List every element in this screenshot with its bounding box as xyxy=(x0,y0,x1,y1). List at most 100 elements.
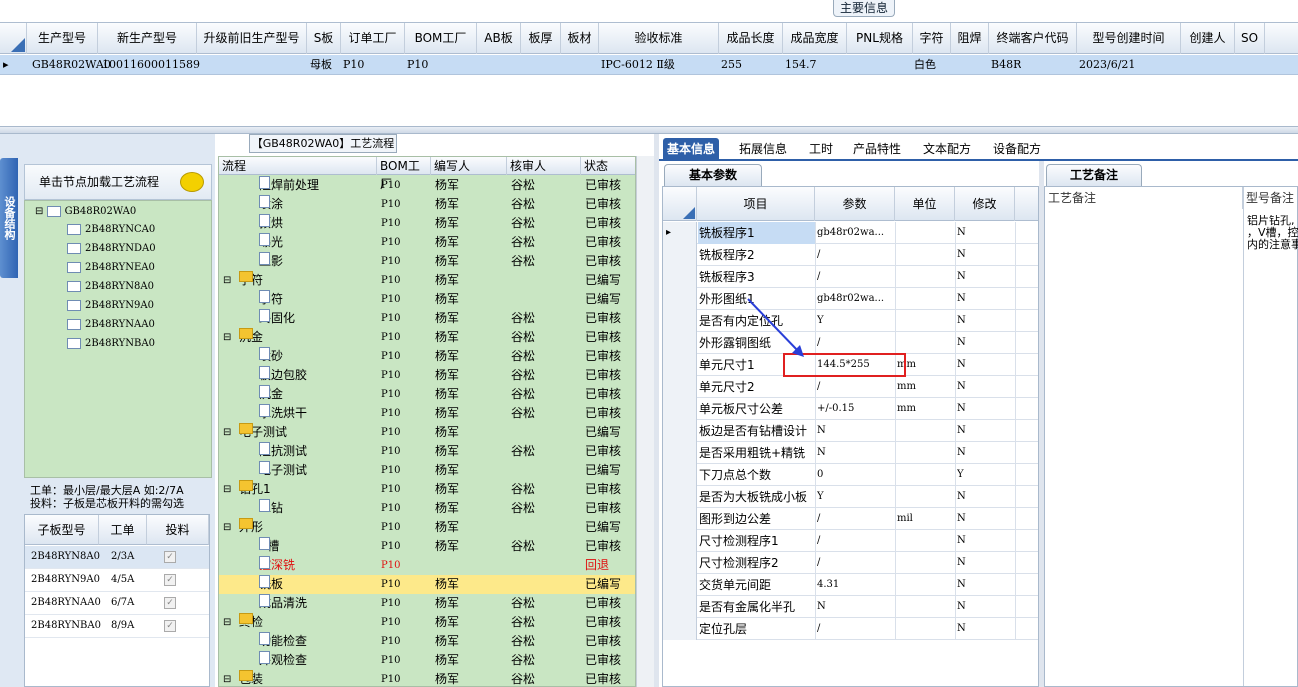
table-row[interactable]: 2B48RYNAA0 6/7A ✓ xyxy=(25,592,209,615)
param-cell-param[interactable]: gb48r02wa... xyxy=(817,222,893,244)
tab-device-recipe[interactable]: 设备配方 xyxy=(989,138,1045,160)
row-indicator[interactable] xyxy=(663,486,697,508)
param-row[interactable]: 图形到边公差 / mil N xyxy=(663,508,1038,530)
param-row[interactable]: 尺寸检测程序2 / N xyxy=(663,552,1038,574)
col-feed[interactable]: 投料 xyxy=(147,515,209,545)
row-indicator[interactable] xyxy=(663,530,697,552)
process-row[interactable]: 水洗烘干 P10 杨军 谷松 已审核 xyxy=(219,404,635,423)
param-cell-param[interactable]: Y xyxy=(817,310,893,332)
tab-extended-info[interactable]: 拓展信息 xyxy=(735,138,791,160)
process-row[interactable]: ⊟终检 P10 杨军 谷松 已审核 xyxy=(219,613,635,632)
row-indicator[interactable] xyxy=(663,442,697,464)
table-row[interactable]: ▸ GB48R02WA0 10011600011589 母板 P10 P10 I… xyxy=(0,55,1298,75)
horizontal-splitter[interactable] xyxy=(0,126,1298,134)
param-cell-param[interactable]: / xyxy=(817,618,893,640)
tree-node[interactable]: 2B48RYNBA0 xyxy=(67,335,155,353)
tree-node[interactable]: 2B48RYN8A0 xyxy=(67,278,154,296)
col-s-board[interactable]: S板 xyxy=(307,23,341,54)
process-row[interactable]: 成品清洗 P10 杨军 谷松 已审核 xyxy=(219,594,635,613)
param-cell-param[interactable]: / xyxy=(817,332,893,354)
process-row[interactable]: 板边包胶 P10 杨军 谷松 已审核 xyxy=(219,366,635,385)
col-created[interactable]: 型号创建时间 xyxy=(1077,23,1181,54)
process-row[interactable]: 铣板 P10 杨军 已编写 xyxy=(219,575,635,594)
param-cell-param[interactable]: / xyxy=(817,376,893,398)
chat-bubble-icon[interactable] xyxy=(180,172,204,192)
tree-node[interactable]: 2B48RYN9A0 xyxy=(67,297,154,315)
param-row[interactable]: 单元板尺寸公差 +/-0.15 mm N xyxy=(663,398,1038,420)
feed-checkbox[interactable]: ✓ xyxy=(164,597,176,609)
row-indicator[interactable] xyxy=(663,508,697,530)
param-row[interactable]: 下刀点总个数 0 Y xyxy=(663,464,1038,486)
collapse-icon[interactable]: ⊟ xyxy=(223,480,231,499)
param-row[interactable]: 铣板程序2 / N xyxy=(663,244,1038,266)
tab-product-features[interactable]: 产品特性 xyxy=(849,138,905,160)
col-bom-factory[interactable]: BOM工厂 xyxy=(405,23,477,54)
param-row[interactable]: 单元尺寸2 / mm N xyxy=(663,376,1038,398)
tab-device-structure[interactable]: 设备结构 xyxy=(0,158,18,278)
row-indicator[interactable] xyxy=(663,310,697,332)
tree-node[interactable]: 2B48RYNAA0 xyxy=(67,316,155,334)
param-cell-param[interactable]: / xyxy=(817,530,893,552)
row-indicator[interactable] xyxy=(663,354,697,376)
process-row[interactable]: 喷砂 P10 杨军 谷松 已审核 xyxy=(219,347,635,366)
col-so[interactable]: SO xyxy=(1235,23,1265,54)
param-cell-param[interactable]: N xyxy=(817,442,893,464)
col-acceptance[interactable]: 验收标准 xyxy=(599,23,719,54)
param-row[interactable]: 板边是否有钻槽设计 N N xyxy=(663,420,1038,442)
table-row[interactable]: 2B48RYN9A0 4/5A ✓ xyxy=(25,569,209,592)
row-indicator[interactable] xyxy=(663,288,697,310)
tree-node[interactable]: 2B48RYNCA0 xyxy=(67,221,155,239)
row-indicator[interactable] xyxy=(663,244,697,266)
process-row[interactable]: ⊟外形 P10 杨军 已编写 xyxy=(219,518,635,537)
param-row[interactable]: 外形图纸1 gb48r02wa... N xyxy=(663,288,1038,310)
collapse-icon[interactable]: ⊟ xyxy=(223,670,231,686)
param-row[interactable]: 是否有金属化半孔 N N xyxy=(663,596,1038,618)
process-row[interactable]: 曝光 P10 杨军 谷松 已审核 xyxy=(219,233,635,252)
process-row[interactable]: 喷涂 P10 杨军 谷松 已审核 xyxy=(219,195,635,214)
process-row[interactable]: 功能检查 P10 杨军 谷松 已审核 xyxy=(219,632,635,651)
process-row[interactable]: ⊟沉金 P10 杨军 谷松 已审核 xyxy=(219,328,635,347)
col-solder[interactable]: 阻焊 xyxy=(951,23,989,54)
col-width[interactable]: 成品宽度 xyxy=(783,23,847,54)
col-unit[interactable]: 单位 xyxy=(895,187,955,221)
param-cell-param[interactable]: gb48r02wa... xyxy=(817,288,893,310)
col-order-factory[interactable]: 订单工厂 xyxy=(341,23,405,54)
col-reviewer[interactable]: 核审人 xyxy=(507,157,581,175)
feed-checkbox[interactable]: ✓ xyxy=(164,551,176,563)
col-ab-board[interactable]: AB板 xyxy=(477,23,521,54)
process-row[interactable]: 沉金 P10 杨军 谷松 已审核 xyxy=(219,385,635,404)
param-cell-param[interactable]: 0 xyxy=(817,464,893,486)
param-row[interactable]: 铣板程序3 / N xyxy=(663,266,1038,288)
process-row[interactable]: V槽 P10 杨军 谷松 已审核 xyxy=(219,537,635,556)
row-indicator[interactable] xyxy=(663,574,697,596)
row-indicator[interactable] xyxy=(663,464,697,486)
process-row[interactable]: 电子测试 P10 杨军 已编写 xyxy=(219,461,635,480)
vertical-splitter[interactable] xyxy=(654,134,659,687)
process-row[interactable]: ⊟包装 P10 杨军 谷松 已审核 xyxy=(219,670,635,686)
param-cell-param[interactable]: Y xyxy=(817,486,893,508)
collapse-icon[interactable]: ⊟ xyxy=(223,271,231,290)
param-cell-param[interactable]: / xyxy=(817,266,893,288)
tab-work-hours[interactable]: 工时 xyxy=(805,138,837,160)
process-row[interactable]: 阻抗测试 P10 杨军 谷松 已审核 xyxy=(219,442,635,461)
collapse-icon[interactable]: ⊟ xyxy=(223,518,231,537)
row-indicator[interactable] xyxy=(663,552,697,574)
col-new-model[interactable]: 新生产型号 xyxy=(98,23,197,54)
tab-basic-params[interactable]: 基本参数 xyxy=(664,164,762,186)
table-row[interactable]: 2B48RYNBA0 8/9A ✓ xyxy=(25,615,209,638)
param-row[interactable]: 是否有内定位孔 Y N xyxy=(663,310,1038,332)
process-row[interactable]: ⊟ 电子测试 P10 杨军 已编写 xyxy=(219,423,635,442)
collapse-icon[interactable]: ⊟ xyxy=(223,328,231,347)
feed-checkbox[interactable]: ✓ xyxy=(164,574,176,586)
tree-node[interactable]: 2B48RYNDA0 xyxy=(67,240,156,258)
param-cell-param[interactable]: 4.31 xyxy=(817,574,893,596)
tab-process-notes[interactable]: 工艺备注 xyxy=(1046,164,1142,186)
param-row[interactable]: 是否为大板铣成小板 Y N xyxy=(663,486,1038,508)
tab-basic-info[interactable]: 基本信息 xyxy=(663,138,720,160)
col-sub-model[interactable]: 子板型号 xyxy=(25,515,99,545)
row-indicator[interactable] xyxy=(663,332,697,354)
param-row[interactable]: 定位孔层 / N xyxy=(663,618,1038,640)
col-status[interactable]: 状态 xyxy=(581,157,635,175)
process-scrollbar[interactable] xyxy=(636,156,654,687)
col-old-model[interactable]: 升级前旧生产型号 xyxy=(197,23,307,54)
